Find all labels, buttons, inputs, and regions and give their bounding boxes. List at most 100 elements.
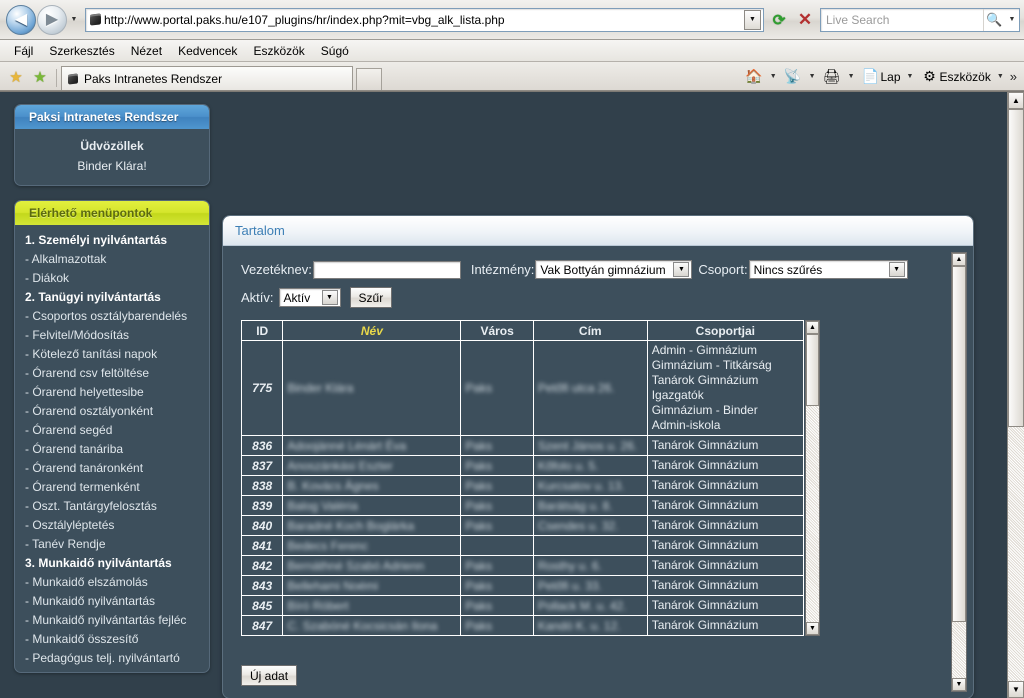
browser-scrollbar[interactable]: ▲ ▼ <box>1007 92 1024 698</box>
content-scroll-track[interactable] <box>952 622 966 678</box>
sidebar-menu-item[interactable]: - Órarend segéd <box>25 421 209 440</box>
menu-edit[interactable]: Szerkesztés <box>41 44 122 58</box>
table-row[interactable]: 840 Baradné Koch Boglárka Paks Csendes u. 3… <box>240 515 805 536</box>
browser-scroll-up-button[interactable]: ▲ <box>1008 92 1024 109</box>
aktiv-select[interactable]: Aktív ▼ <box>278 288 341 307</box>
content-scroll-thumb[interactable] <box>952 266 966 622</box>
cell-nev: Bedecs Ferenc <box>282 535 462 556</box>
sidebar-menu-item[interactable]: - Munkaidő összesítő <box>25 630 209 649</box>
menu-tools[interactable]: Eszközök <box>245 44 312 58</box>
sidebar-menu-item[interactable]: - Órarend csv feltöltése <box>25 364 209 383</box>
cell-varos: Paks <box>460 515 534 536</box>
page-menu-button[interactable]: 📄 Lap <box>858 68 904 85</box>
table-scroll-track[interactable] <box>806 406 819 622</box>
column-cim[interactable]: Cím <box>532 320 648 341</box>
content-scrollbar[interactable]: ▲ ▼ <box>951 252 967 692</box>
cell-nev: Bellehami Noémi <box>282 575 462 596</box>
print-button[interactable]: 🖨 <box>819 68 845 85</box>
refresh-button[interactable]: ⟳ <box>766 7 792 33</box>
table-row[interactable]: 775 Binder Klára Paks Petőfi utca 26. Admin … <box>240 340 805 436</box>
feeds-dropdown[interactable]: ▼ <box>806 73 819 80</box>
search-box[interactable]: Live Search 🔍 ▼ <box>820 7 1020 32</box>
sidebar-menu-item[interactable]: - Csoportos osztálybarendelés <box>25 307 209 326</box>
sidebar-menu-item[interactable]: - Diákok <box>25 269 209 288</box>
favorites-center-button[interactable]: ★ <box>4 64 28 90</box>
sidebar-menu-item[interactable]: - Tanév Rendje <box>25 535 209 554</box>
sidebar-menu-item[interactable]: - Alkalmazottak <box>25 250 209 269</box>
table-scroll-thumb[interactable] <box>806 334 819 406</box>
sidebar-menu-item[interactable]: - Órarend osztályonként <box>25 402 209 421</box>
sidebar-menu-item[interactable]: 2. Tanügyi nyilvántartás <box>25 288 209 307</box>
chevron-down-icon: ▼ <box>809 625 816 632</box>
print-dropdown[interactable]: ▼ <box>845 73 858 80</box>
sidebar-menu-item[interactable]: - Osztályléptetés <box>25 516 209 535</box>
overflow-chevron-icon[interactable]: » <box>1007 69 1020 84</box>
menu-file[interactable]: Fájl <box>6 44 41 58</box>
table-row[interactable]: 845 Bíró Róbert Paks Pollack M. u. 42. Tanár… <box>240 595 805 616</box>
sidebar-menu-item[interactable]: - Pedagógus telj. nyilvántartó <box>25 649 209 668</box>
filter-button[interactable]: Szűr <box>349 287 393 308</box>
sidebar-menu-item[interactable]: - Munkaidő nyilvántartás fejléc <box>25 611 209 630</box>
sidebar-menu-item[interactable]: - Munkaidő elszámolás <box>25 573 209 592</box>
sidebar-menu-item[interactable]: - Órarend tanáriba <box>25 440 209 459</box>
table-row[interactable]: 841 Bedecs Ferenc Tanárok Gimnázium <box>240 535 805 556</box>
home-button[interactable]: 🏠 <box>741 68 767 85</box>
cell-varos: Paks <box>460 455 534 476</box>
add-to-favorites-button[interactable]: ★ <box>28 64 52 90</box>
home-dropdown[interactable]: ▼ <box>767 73 780 80</box>
tools-menu-button[interactable]: ⚙ Eszközök <box>916 68 993 85</box>
back-button[interactable]: ◀ <box>6 4 36 35</box>
table-row[interactable]: 842 Bernáthné Szabó Adrienn Paks Rosthy u. … <box>240 555 805 576</box>
table-row[interactable]: 839 Balog Valéria Paks Barátság u. 8. Tanáro… <box>240 495 805 516</box>
new-tab-button[interactable] <box>356 68 382 90</box>
page-dropdown[interactable]: ▼ <box>904 73 917 80</box>
cell-csoportjai: Tanárok Gimnázium <box>646 495 805 516</box>
content-scroll-up-button[interactable]: ▲ <box>952 253 966 266</box>
search-input[interactable]: Live Search <box>821 13 983 27</box>
column-csoportjai[interactable]: Csoportjai <box>646 320 805 341</box>
forward-button[interactable]: ▶ <box>37 4 67 35</box>
feeds-button[interactable]: 📡 <box>780 68 806 85</box>
address-bar[interactable]: http://www.portal.paks.hu/e107_plugins/h… <box>85 7 764 32</box>
sidebar-menu-item[interactable]: - Felvitel/Módosítás <box>25 326 209 345</box>
menu-help[interactable]: Súgó <box>313 44 357 58</box>
sidebar-menu-item[interactable]: - Kötelező tanítási napok <box>25 345 209 364</box>
sidebar-menu-item[interactable]: - Munkaidő nyilvántartás <box>25 592 209 611</box>
column-nev[interactable]: Név <box>282 320 462 341</box>
new-record-button[interactable]: Új adat <box>241 665 298 686</box>
table-row[interactable]: 843 Bellehami Noémi Paks Petőfi u. 33. Tanár… <box>240 575 805 596</box>
chevron-down-icon: ▼ <box>673 262 690 277</box>
sidebar-menu-item[interactable]: 3. Munkaidő nyilvántartás <box>25 554 209 573</box>
vezeteknev-input[interactable] <box>312 260 461 279</box>
browser-scroll-track[interactable] <box>1008 427 1024 681</box>
sidebar-menu-item[interactable]: - Órarend helyettesibe <box>25 383 209 402</box>
column-id[interactable]: ID <box>240 320 284 341</box>
csoport-select[interactable]: Nincs szűrés ▼ <box>748 260 908 279</box>
sidebar-menu-item[interactable]: - Órarend tanáronként <box>25 459 209 478</box>
menu-favorites[interactable]: Kedvencek <box>170 44 245 58</box>
table-row[interactable]: 847 C. Szabóné Kocsicsán Ilona Paks Kandó K… <box>240 615 805 636</box>
table-scroll-up-button[interactable]: ▲ <box>806 321 819 334</box>
sidebar-menu-item[interactable]: 1. Személyi nyilvántartás <box>25 231 209 250</box>
column-varos[interactable]: Város <box>460 320 534 341</box>
browser-tab[interactable]: Paks Intranetes Rendszer <box>61 66 353 90</box>
content-scroll-down-button[interactable]: ▼ <box>952 678 966 691</box>
stop-button[interactable]: ✕ <box>792 7 818 33</box>
history-dropdown-button[interactable]: ▼ <box>67 9 81 31</box>
content-panel-body: Vezetéknev: Intézmény: Vak Bottyán gimná… <box>223 246 973 698</box>
table-row[interactable]: 837 Anoszánkási Eszter Paks Kőfolo u. 5. Tan… <box>240 455 805 476</box>
sidebar-menu-item[interactable]: - Oszt. Tantárgyfelosztás <box>25 497 209 516</box>
browser-scroll-thumb[interactable] <box>1008 109 1024 427</box>
tools-dropdown[interactable]: ▼ <box>994 73 1007 80</box>
search-provider-dropdown[interactable]: ▼ <box>1005 16 1019 23</box>
table-row[interactable]: 838 B. Kovács Ágnes Paks Kurcsatov u. 13. Ta… <box>240 475 805 496</box>
table-scroll-down-button[interactable]: ▼ <box>806 622 819 635</box>
search-submit-button[interactable]: 🔍 <box>983 8 1005 31</box>
browser-scroll-down-button[interactable]: ▼ <box>1008 681 1024 698</box>
menu-view[interactable]: Nézet <box>123 44 170 58</box>
intezmeny-select[interactable]: Vak Bottyán gimnázium ▼ <box>535 260 693 279</box>
address-dropdown-button[interactable]: ▼ <box>744 9 761 30</box>
sidebar-menu-item[interactable]: - Órarend termenként <box>25 478 209 497</box>
table-row[interactable]: 836 Adoojánné Lénárt Éva Paks Szent János u… <box>240 435 805 456</box>
table-scrollbar[interactable]: ▲ ▼ <box>805 320 820 636</box>
